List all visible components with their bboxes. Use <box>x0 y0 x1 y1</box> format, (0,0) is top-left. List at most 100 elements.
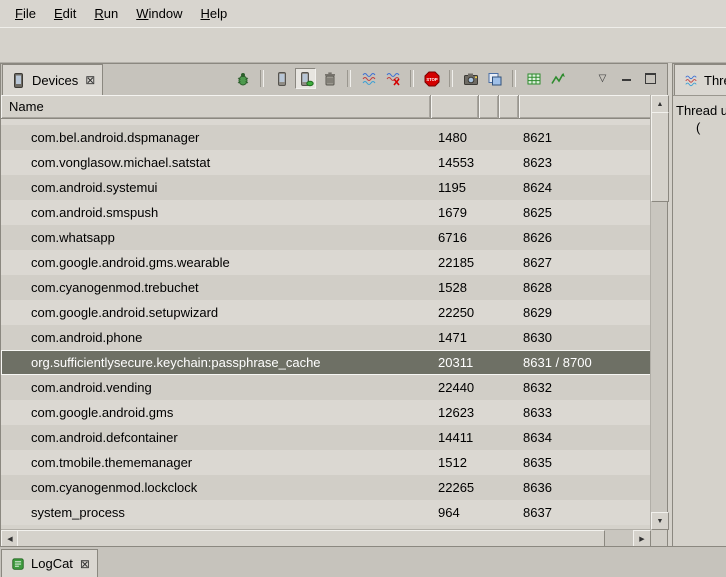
column-header-pid[interactable] <box>431 95 479 119</box>
menu-run[interactable]: Run <box>85 3 127 24</box>
grid-capture-icon[interactable] <box>523 68 544 89</box>
cell-c4 <box>499 125 519 150</box>
debug-bug-icon[interactable] <box>232 68 253 89</box>
toolbar-separator <box>449 70 453 87</box>
cell-name: com.android.systemui <box>1 175 431 200</box>
cell-port: 8633 <box>519 400 651 425</box>
scroll-down-icon[interactable]: ▼ <box>651 512 669 530</box>
cell-name: com.cyanogenmod.lockclock <box>1 475 431 500</box>
cell-c4 <box>499 350 519 375</box>
vertical-scrollbar[interactable]: ▲ ▼ <box>650 95 667 530</box>
table-row[interactable]: com.google.android.gms.wearable221858627 <box>1 250 651 275</box>
cell-name: com.whatsapp <box>1 225 431 250</box>
cell-c3 <box>479 225 499 250</box>
cell-c3 <box>479 375 499 400</box>
cell-port: 8624 <box>519 175 651 200</box>
cell-c3 <box>479 350 499 375</box>
cell-name: com.google.android.setupwizard <box>1 300 431 325</box>
toolbar-separator <box>347 70 351 87</box>
cell-c3 <box>479 125 499 150</box>
table-row[interactable]: com.bel.android.dspmanager14808621 <box>1 125 651 150</box>
cell-c4 <box>499 300 519 325</box>
table-row[interactable]: com.android.phone14718630 <box>1 325 651 350</box>
column-header-port[interactable] <box>519 95 651 119</box>
cell-c4 <box>499 375 519 400</box>
cell-name: com.android.vending <box>1 375 431 400</box>
cell-c3 <box>479 450 499 475</box>
table-row[interactable]: com.cyanogenmod.lockclock222658636 <box>1 475 651 500</box>
stop-process-icon[interactable]: STOP <box>421 68 442 89</box>
device-process-table: Name com.bel.android.dspmanager14808621c… <box>1 95 667 546</box>
ddms-window: File Edit Run Window Help Devices ⊠ <box>0 0 726 577</box>
tab-devices[interactable]: Devices ⊠ <box>2 64 103 95</box>
table-row[interactable]: com.android.defcontainer144118634 <box>1 425 651 450</box>
cell-port: 8626 <box>519 225 651 250</box>
close-icon[interactable]: ⊠ <box>85 73 95 87</box>
cell-port: 8629 <box>519 300 651 325</box>
cell-c4 <box>499 200 519 225</box>
column-header-name[interactable]: Name <box>1 95 431 119</box>
maximize-icon[interactable] <box>640 68 661 89</box>
update-threads-icon[interactable] <box>358 68 379 89</box>
view-menu-icon[interactable]: ▽ <box>592 68 613 89</box>
menu-window[interactable]: Window <box>127 3 191 24</box>
update-heap-icon[interactable] <box>295 68 316 89</box>
horizontal-scrollbar[interactable]: ◀ ▶ <box>1 529 651 546</box>
menu-file[interactable]: File <box>6 3 45 24</box>
cell-port: 8631 / 8700 <box>519 350 651 375</box>
tab-logcat[interactable]: LogCat ⊠ <box>1 549 98 577</box>
cell-pid: 1480 <box>431 125 479 150</box>
toolbar-separator <box>512 70 516 87</box>
table-row[interactable]: com.vonglasow.michael.satstat145538623 <box>1 150 651 175</box>
view-hierarchy-icon[interactable] <box>484 68 505 89</box>
table-row[interactable]: com.cyanogenmod.trebuchet15288628 <box>1 275 651 300</box>
cell-port: 8635 <box>519 450 651 475</box>
close-icon[interactable]: ⊠ <box>80 557 90 571</box>
screen-capture-icon[interactable] <box>460 68 481 89</box>
main-area: Devices ⊠ <box>0 63 726 547</box>
table-row[interactable]: com.android.smspush16798625 <box>1 200 651 225</box>
devices-panel: Devices ⊠ <box>0 63 668 547</box>
table-row[interactable]: com.whatsapp67168626 <box>1 225 651 250</box>
column-header-3[interactable] <box>479 95 499 119</box>
menu-help[interactable]: Help <box>191 3 236 24</box>
cell-name: com.google.android.gms.wearable <box>1 250 431 275</box>
threads-off-icon[interactable] <box>382 68 403 89</box>
cell-c4 <box>499 150 519 175</box>
cell-port: 8623 <box>519 150 651 175</box>
cell-pid: 20311 <box>431 350 479 375</box>
cell-port: 8634 <box>519 425 651 450</box>
device-icon[interactable] <box>271 68 292 89</box>
table-row[interactable]: com.google.android.setupwizard222508629 <box>1 300 651 325</box>
table-row[interactable]: com.android.systemui11958624 <box>1 175 651 200</box>
tab-threads[interactable]: Threads <box>674 64 726 95</box>
menu-edit[interactable]: Edit <box>45 3 85 24</box>
cause-gc-icon[interactable] <box>319 68 340 89</box>
cell-c3 <box>479 325 499 350</box>
cell-port: 8636 <box>519 475 651 500</box>
svg-text:STOP: STOP <box>426 77 438 82</box>
cell-port: 8628 <box>519 275 651 300</box>
cell-pid: 22440 <box>431 375 479 400</box>
table-row[interactable]: system_process9648637 <box>1 500 651 525</box>
threads-tabbar: Threads <box>673 64 726 96</box>
table-row[interactable]: org.sufficientlysecure.keychain:passphra… <box>1 350 651 375</box>
menu-bar: File Edit Run Window Help <box>0 0 726 27</box>
cell-c3 <box>479 425 499 450</box>
table-row[interactable]: com.google.android.gms126238633 <box>1 400 651 425</box>
scroll-up-icon[interactable]: ▲ <box>651 95 669 113</box>
column-header-4[interactable] <box>499 95 519 119</box>
tracer-icon[interactable] <box>547 68 568 89</box>
table-row[interactable]: com.android.vending224408632 <box>1 375 651 400</box>
toolbar-strip <box>0 27 726 63</box>
cell-c3 <box>479 475 499 500</box>
cell-port: 8625 <box>519 200 651 225</box>
vertical-scroll-thumb[interactable] <box>651 112 669 202</box>
threads-message-line1: Thread up <box>676 102 726 119</box>
minimize-icon[interactable] <box>616 68 637 89</box>
cell-pid: 1471 <box>431 325 479 350</box>
cell-port: 8621 <box>519 125 651 150</box>
cell-c3 <box>479 400 499 425</box>
table-row[interactable]: com.tmobile.thememanager15128635 <box>1 450 651 475</box>
devices-toolbar: STOP ▽ <box>232 68 661 89</box>
